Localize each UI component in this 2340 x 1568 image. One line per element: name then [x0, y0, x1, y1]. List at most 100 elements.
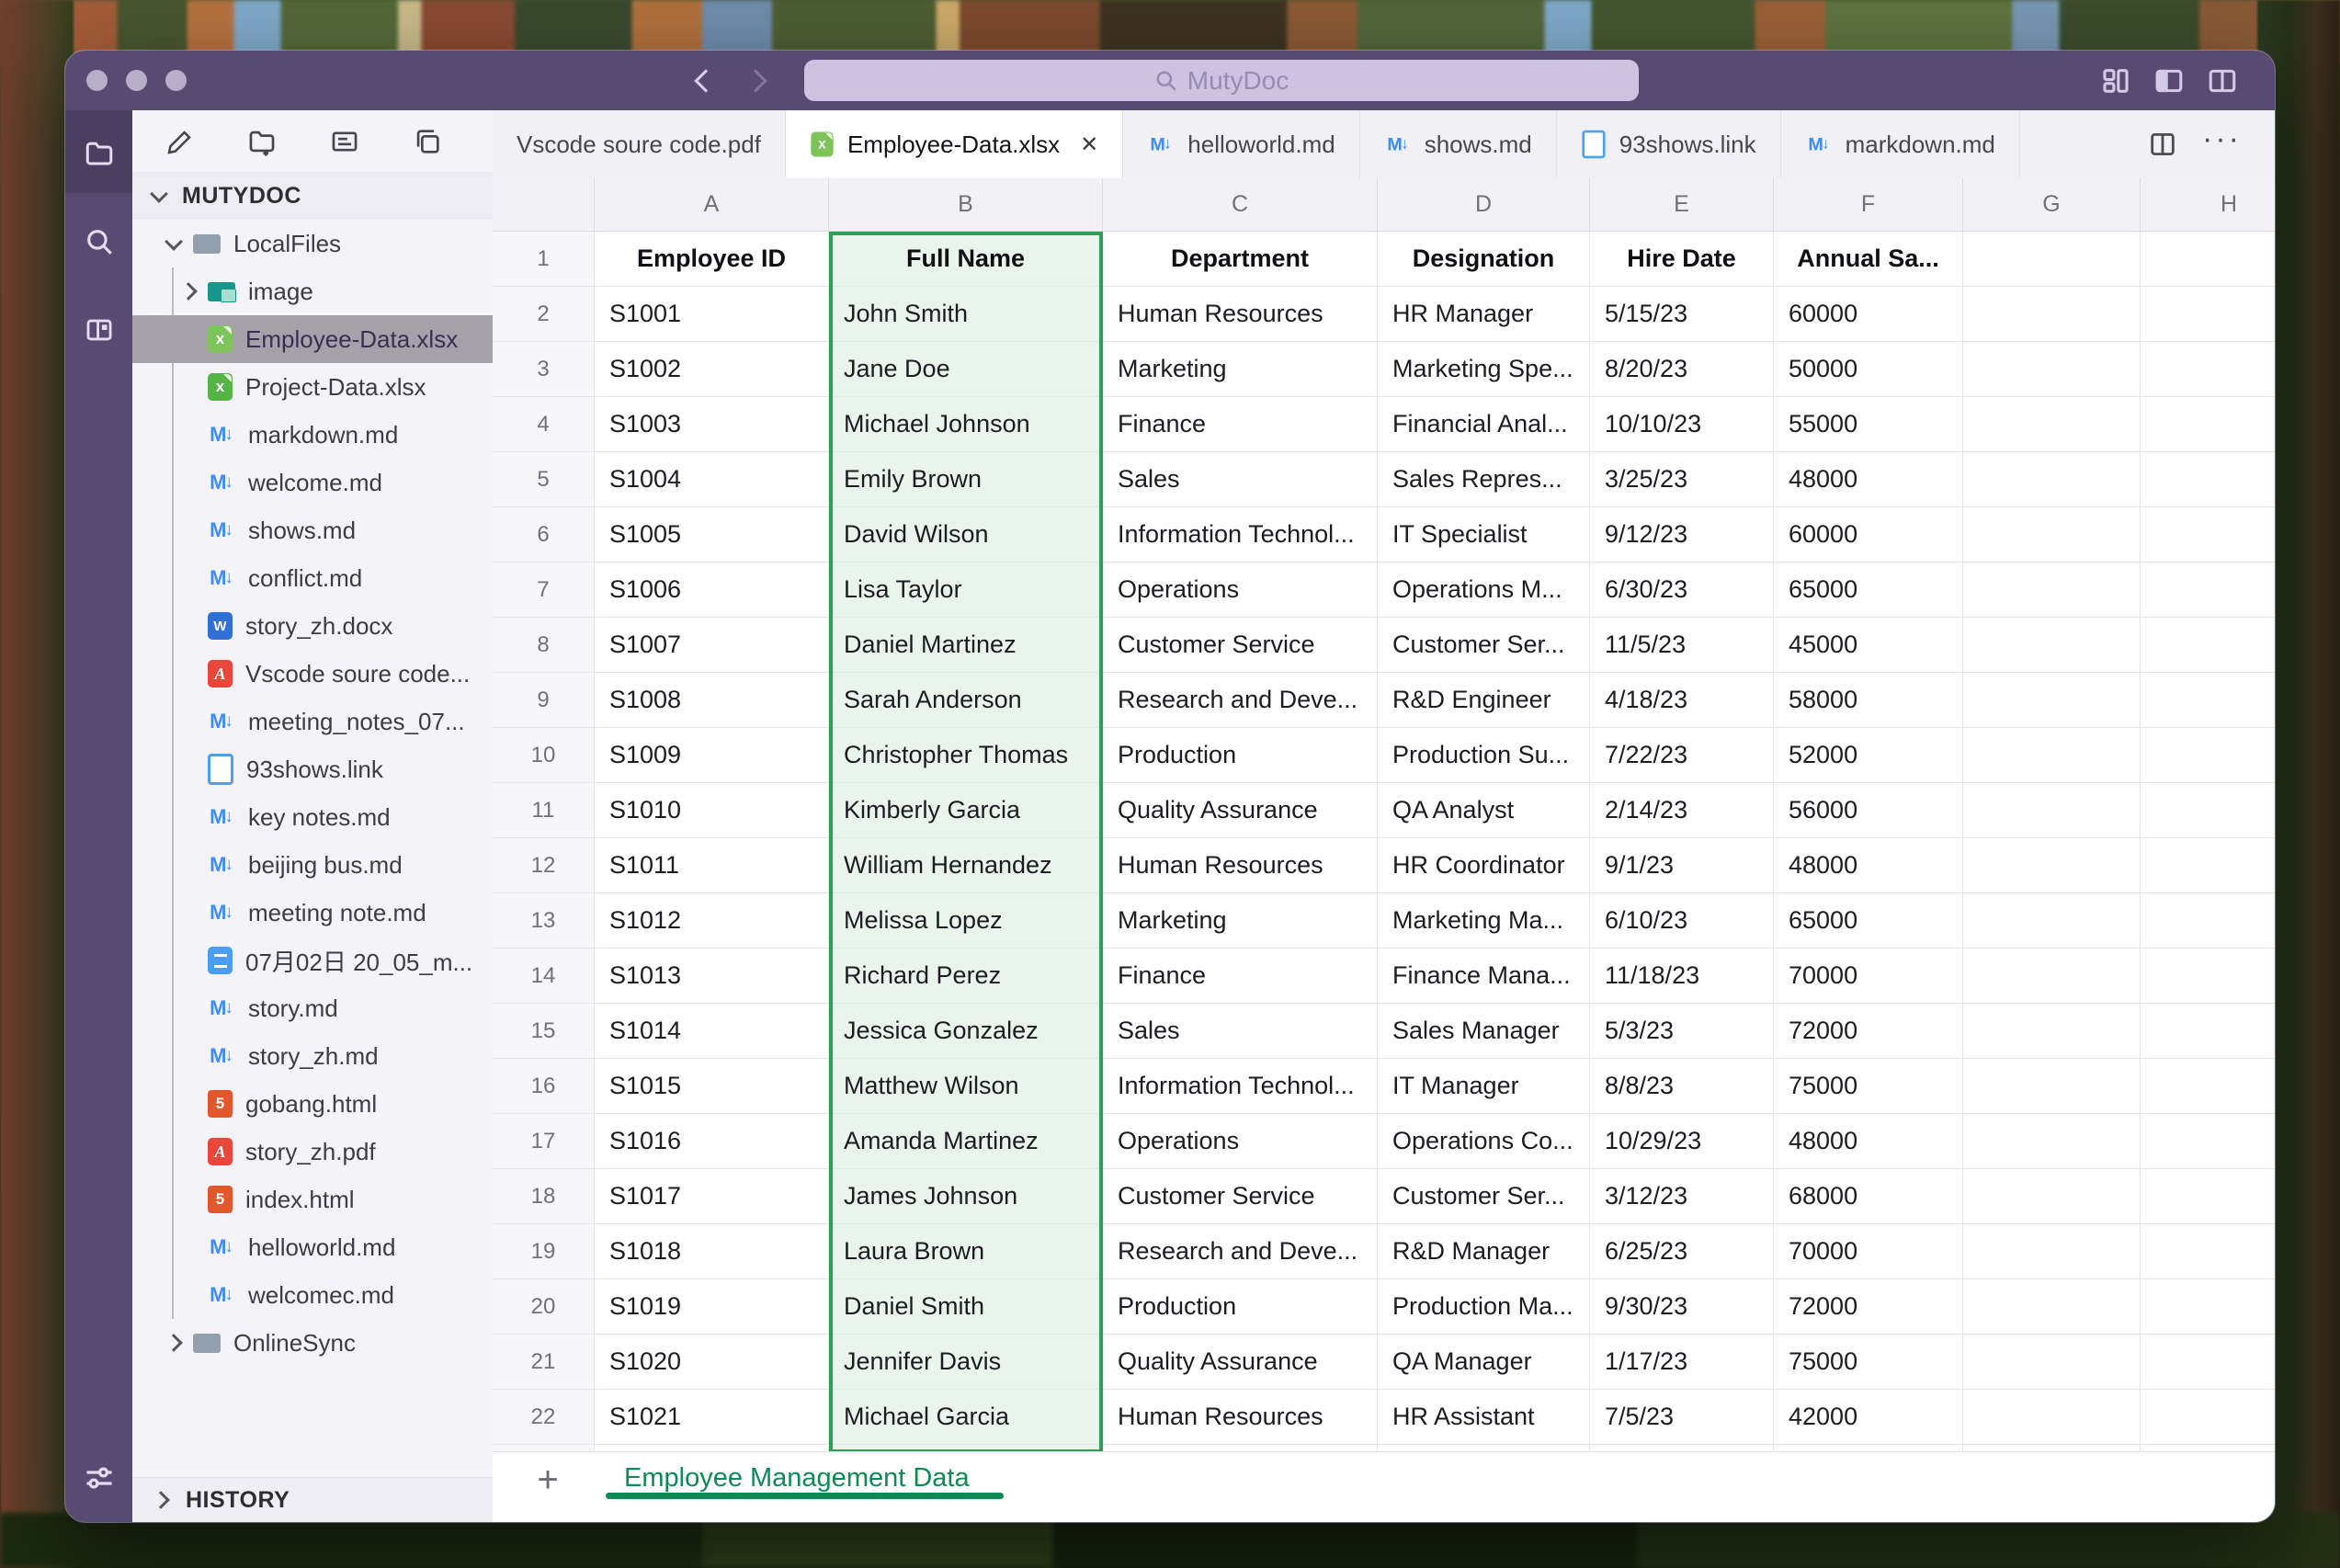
sheet-cell[interactable]: Quality Assurance [1103, 783, 1378, 838]
sheet-cell[interactable]: 11/18/23 [1590, 949, 1774, 1004]
sheet-cell[interactable]: 48000 [1774, 838, 1963, 893]
sheet-cell[interactable]: R&D Engineer [1378, 673, 1590, 728]
sheet-cell[interactable]: Lisa Taylor [829, 562, 1103, 618]
sheet-cell[interactable]: 75000 [1774, 1335, 1963, 1390]
sheet-cell[interactable]: Marketing [1103, 342, 1378, 397]
sheet-cell[interactable] [1963, 452, 2141, 507]
column-header[interactable]: H [2141, 178, 2275, 231]
file-tree-item[interactable]: story.md [132, 984, 493, 1032]
row-header[interactable] [493, 1445, 595, 1451]
sheet-cell[interactable]: Finance Mana... [1378, 949, 1590, 1004]
file-tree-item[interactable]: welcome.md [132, 459, 493, 506]
sheet-cell[interactable]: Jane Doe [829, 342, 1103, 397]
column-header[interactable]: A [595, 178, 829, 231]
sheet-cell[interactable] [2141, 562, 2275, 618]
sheet-cell[interactable] [2141, 1335, 2275, 1390]
sheet-cell[interactable]: Jennifer Davis [829, 1335, 1103, 1390]
sheet-cell[interactable]: Full Name [829, 232, 1103, 287]
zoom-window-button[interactable] [165, 70, 187, 91]
sheet-cell[interactable]: Sales Manager [1378, 1004, 1590, 1059]
row-header[interactable]: 13 [493, 893, 595, 949]
sheet-cell[interactable]: Finance [1103, 397, 1378, 452]
row-header[interactable]: 18 [493, 1169, 595, 1224]
sheet-cell[interactable]: S1020 [595, 1335, 829, 1390]
sheet-cell[interactable]: S1017 [595, 1169, 829, 1224]
sheet-cell[interactable] [2141, 783, 2275, 838]
sheet-cell[interactable] [2141, 618, 2275, 673]
sheet-cell[interactable] [1963, 287, 2141, 342]
sheet-cell[interactable]: 60000 [1774, 287, 1963, 342]
sheet-cell[interactable]: Christopher Thomas [829, 728, 1103, 783]
sheet-cell[interactable]: HR Manager [1378, 287, 1590, 342]
sheet-cell[interactable]: 10/29/23 [1590, 1114, 1774, 1169]
file-tree-item[interactable]: 93shows.link [132, 745, 493, 793]
sheet-cell[interactable]: Sarah Anderson [829, 673, 1103, 728]
sheet-cell[interactable] [1963, 1169, 2141, 1224]
close-tab-icon[interactable]: ✕ [1080, 131, 1098, 158]
sheet-cell[interactable] [1963, 1004, 2141, 1059]
sheet-cell[interactable] [1963, 783, 2141, 838]
sheet-cell[interactable] [2141, 949, 2275, 1004]
row-header[interactable]: 14 [493, 949, 595, 1004]
workspace-root-item[interactable]: MUTYDOC [132, 172, 493, 220]
sheet-cell[interactable]: Finance [1103, 949, 1378, 1004]
sheet-cell[interactable]: Matthew Wilson [829, 1059, 1103, 1114]
sheet-cell[interactable]: Operations [1103, 1114, 1378, 1169]
sheet-cell[interactable]: 70000 [1774, 949, 1963, 1004]
sheet-cell[interactable]: Laura Brown [829, 1224, 1103, 1279]
sheet-cell[interactable] [2141, 397, 2275, 452]
sheet-cell[interactable]: S1004 [595, 452, 829, 507]
layout-icon[interactable] [2100, 65, 2131, 97]
sheet-cell[interactable] [1963, 673, 2141, 728]
sheet-cell[interactable]: Daniel Martinez [829, 618, 1103, 673]
sheet-cell[interactable] [2141, 452, 2275, 507]
sheet-cell[interactable]: 6/30/23 [1590, 562, 1774, 618]
sheet-cell[interactable]: HR Assistant [1378, 1390, 1590, 1445]
row-header[interactable]: 8 [493, 618, 595, 673]
file-tree-item[interactable]: beijing bus.md [132, 841, 493, 889]
sheet-cell[interactable] [595, 1445, 829, 1451]
file-tree-item[interactable]: Employee-Data.xlsx [132, 315, 493, 363]
sheet-cell[interactable]: 8/20/23 [1590, 342, 1774, 397]
file-tree-item[interactable]: meeting note.md [132, 889, 493, 937]
sheet-cell[interactable]: S1019 [595, 1279, 829, 1335]
sheet-cell[interactable]: 1/17/23 [1590, 1335, 1774, 1390]
sheet-cell[interactable] [2141, 1114, 2275, 1169]
sheet-cell[interactable]: 52000 [1774, 728, 1963, 783]
row-header[interactable]: 21 [493, 1335, 595, 1390]
file-tree-item[interactable]: 07月02日 20_05_m... [132, 937, 493, 984]
sheet-cell[interactable]: William Hernandez [829, 838, 1103, 893]
sheet-cell[interactable]: IT Manager [1378, 1059, 1590, 1114]
sheet-cell[interactable]: R&D Manager [1378, 1224, 1590, 1279]
sheet-cell[interactable]: S1012 [595, 893, 829, 949]
row-header[interactable]: 5 [493, 452, 595, 507]
row-header[interactable]: 20 [493, 1279, 595, 1335]
forward-arrow-icon[interactable] [744, 69, 767, 92]
column-header[interactable]: B [829, 178, 1103, 231]
sheet-cell[interactable]: John Smith [829, 287, 1103, 342]
sheet-cell[interactable]: Richard Perez [829, 949, 1103, 1004]
sheet-cell[interactable]: Production [1103, 1279, 1378, 1335]
sheet-cell[interactable]: 70000 [1774, 1224, 1963, 1279]
sheet-cell[interactable]: 72000 [1774, 1004, 1963, 1059]
sheet-cell[interactable]: QA Manager [1378, 1335, 1590, 1390]
more-options-icon[interactable]: ··· [2202, 123, 2242, 165]
sheet-cell[interactable] [2141, 1445, 2275, 1451]
row-header[interactable]: 2 [493, 287, 595, 342]
sheet-cell[interactable]: QA Analyst [1378, 783, 1590, 838]
sheet-cell[interactable] [1963, 1114, 2141, 1169]
file-tree-item[interactable]: story_zh.docx [132, 602, 493, 650]
sheet-cell[interactable]: S1001 [595, 287, 829, 342]
sheet-cell[interactable]: David Wilson [829, 507, 1103, 562]
sheet-cell[interactable]: 58000 [1774, 673, 1963, 728]
sheet-cell[interactable]: Human Resources [1103, 1390, 1378, 1445]
sheet-cell[interactable]: 7/22/23 [1590, 728, 1774, 783]
row-header[interactable]: 7 [493, 562, 595, 618]
sheet-cell[interactable] [2141, 342, 2275, 397]
column-header[interactable]: D [1378, 178, 1590, 231]
sheet-cell[interactable] [1963, 1390, 2141, 1445]
sheet-cell[interactable] [1963, 1224, 2141, 1279]
sheet-cell[interactable]: Information Technol... [1103, 507, 1378, 562]
sheet-cell[interactable]: Jessica Gonzalez [829, 1004, 1103, 1059]
sheet-cell[interactable] [2141, 232, 2275, 287]
